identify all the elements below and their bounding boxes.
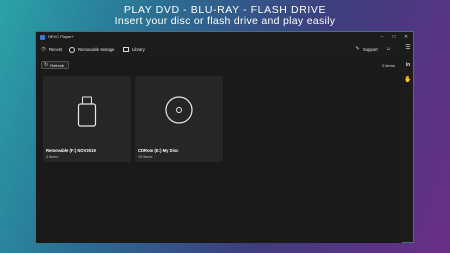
disc-icon — [165, 96, 193, 124]
drive-item-count: 0 items — [46, 155, 59, 159]
support-button[interactable]: ✎ Support — [355, 45, 378, 54]
tab-library-label: Library — [132, 47, 145, 52]
usb-drive-icon — [77, 96, 97, 127]
support-label: Support — [363, 47, 378, 52]
right-sidebar: ☰ in ✋ — [402, 43, 414, 243]
close-button[interactable]: ✕ — [400, 33, 412, 42]
tab-recent[interactable]: ◷ Recent — [41, 45, 62, 54]
tab-library[interactable]: Library — [123, 45, 145, 54]
drive-card-cdrom[interactable]: CDRom (E:) My Disc 15 items — [135, 76, 223, 162]
account-button[interactable]: ☺ — [386, 45, 394, 54]
drive-item-count: 15 items — [138, 155, 153, 159]
tab-removable-storage[interactable]: Removable storage — [69, 45, 114, 54]
account-icon: ☺ — [386, 46, 392, 52]
minimize-button[interactable]: – — [376, 33, 388, 42]
tab-recent-label: Recent — [49, 47, 63, 52]
gesture-icon[interactable]: ✋ — [404, 76, 412, 84]
library-icon — [123, 46, 129, 53]
clock-icon: ◷ — [41, 46, 46, 52]
refresh-button[interactable]: ↻ Refresh — [41, 61, 69, 69]
drive-name: Removable (F:) NOV2019 — [46, 148, 96, 153]
disc-small-icon — [69, 46, 75, 53]
banner-subtitle: Insert your disc or flash drive and play… — [114, 15, 336, 27]
support-icon: ✎ — [355, 46, 360, 52]
refresh-icon: ↻ — [44, 62, 49, 68]
nav-bar: ◷ Recent Removable storage Library ✎ Sup… — [36, 43, 402, 56]
linkedin-icon[interactable]: in — [404, 61, 412, 69]
tab-removable-label: Removable storage — [78, 47, 115, 52]
item-count: 2 items — [382, 63, 395, 68]
window-title: HEVC Player+ — [48, 34, 74, 39]
menu-icon[interactable]: ☰ — [404, 44, 412, 52]
drives-panel: ↻ Refresh 2 items Removable (F:) NOV2019… — [36, 56, 402, 243]
refresh-label: Refresh — [50, 62, 65, 68]
drive-card-usb[interactable]: Removable (F:) NOV2019 0 items — [43, 76, 131, 162]
drive-name: CDRom (E:) My Disc — [138, 148, 179, 153]
title-bar: HEVC Player+ – □ ✕ — [36, 32, 413, 43]
app-window: HEVC Player+ – □ ✕ ◷ Recent Removable st… — [35, 31, 414, 243]
maximize-button[interactable]: □ — [388, 33, 400, 42]
app-logo-icon — [40, 35, 45, 40]
